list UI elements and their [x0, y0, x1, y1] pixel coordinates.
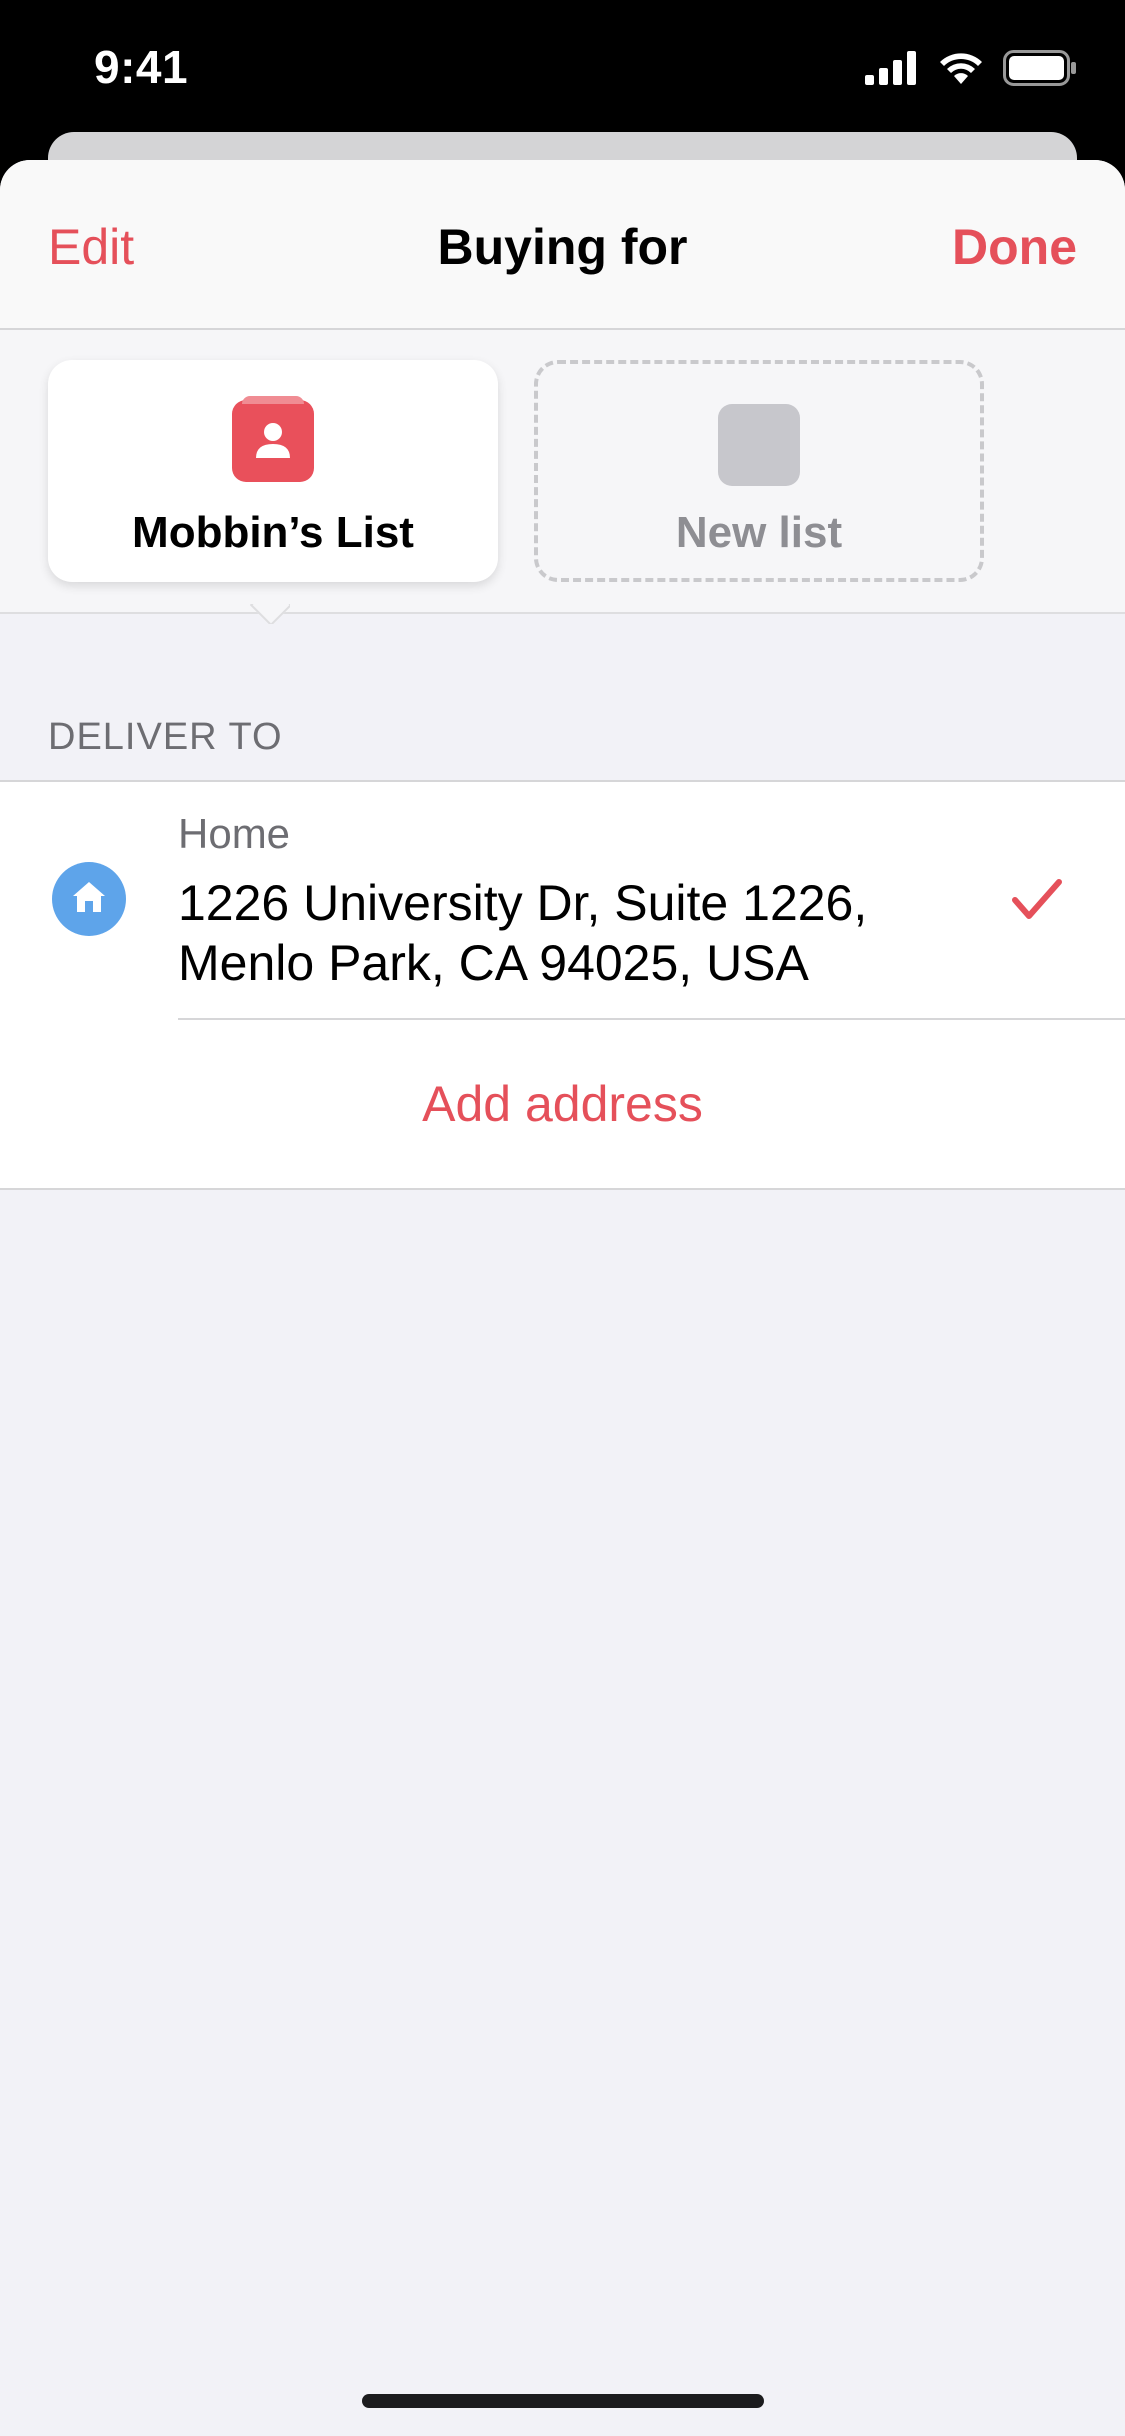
- address-name: Home: [178, 810, 291, 857]
- blank-list-icon: [718, 404, 800, 486]
- list-card-mobbins-list[interactable]: Mobbin’s List: [48, 360, 498, 582]
- home-icon: [52, 862, 126, 936]
- add-address-button[interactable]: Add address: [0, 1020, 1125, 1188]
- new-list-button[interactable]: New list: [534, 360, 984, 582]
- address-line-2: Menlo Park, CA 94025, USA: [178, 935, 809, 991]
- home-indicator[interactable]: [362, 2394, 764, 2408]
- list-card-label: Mobbin’s List: [132, 508, 414, 557]
- cellular-signal-icon: [865, 51, 919, 90]
- done-button[interactable]: Done: [952, 218, 1077, 276]
- address-group: Home 1226 University Dr, Suite 1226, Men…: [0, 780, 1125, 1190]
- section-header-deliver-to: DELIVER TO: [48, 716, 283, 758]
- buying-for-sheet: Edit Buying for Done Mobbin’s List New l…: [0, 160, 1125, 2436]
- address-line-1: 1226 University Dr, Suite 1226,: [178, 875, 868, 931]
- checkmark-icon: [1011, 878, 1063, 927]
- list-selector: Mobbin’s List New list: [0, 330, 1125, 614]
- selection-pointer: [250, 604, 290, 624]
- screen: 9:41 Edit Buying for Done Mobbin’s List …: [0, 0, 1125, 2436]
- address-row-home[interactable]: Home 1226 University Dr, Suite 1226, Men…: [0, 782, 1125, 1020]
- new-list-label: New list: [675, 508, 843, 557]
- status-bar: 9:41: [0, 0, 1125, 140]
- navigation-bar: Edit Buying for Done: [0, 160, 1125, 330]
- status-time: 9:41: [94, 41, 189, 93]
- battery-icon: [1003, 50, 1077, 91]
- person-list-icon: [232, 396, 314, 482]
- wifi-icon: [937, 50, 985, 91]
- status-icons: [865, 50, 1077, 91]
